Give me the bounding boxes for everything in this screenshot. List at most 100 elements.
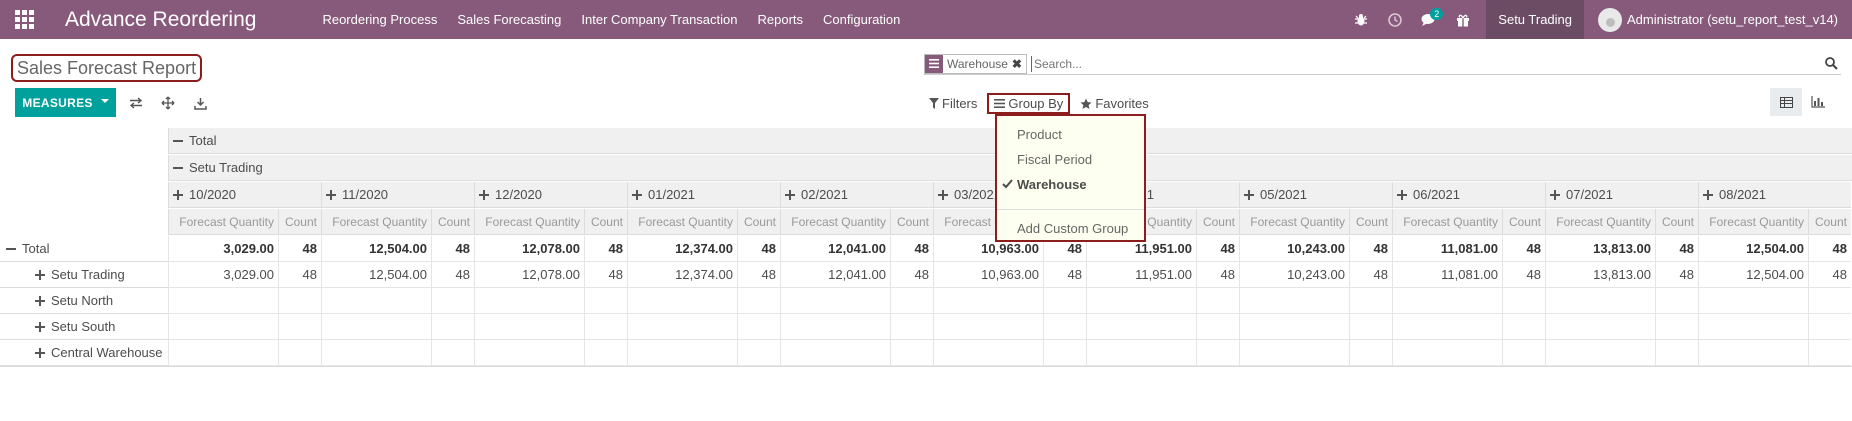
- cell-forecast-quantity[interactable]: [474, 314, 584, 340]
- cell-forecast-quantity[interactable]: [780, 288, 890, 314]
- col-header-period[interactable]: 02/2021: [780, 182, 933, 208]
- row-header[interactable]: Setu Trading: [0, 262, 168, 288]
- cell-forecast-quantity[interactable]: 11,081.00: [1392, 262, 1502, 288]
- cell-forecast-quantity[interactable]: [780, 314, 890, 340]
- flip-axis-icon[interactable]: [126, 93, 146, 113]
- groupby-option-warehouse[interactable]: Warehouse: [997, 172, 1144, 197]
- cell-count[interactable]: [1502, 340, 1545, 366]
- cell-count[interactable]: 48: [737, 262, 780, 288]
- cell-forecast-quantity[interactable]: [1698, 314, 1808, 340]
- row-header[interactable]: Setu North: [0, 288, 168, 314]
- measure-header-count[interactable]: Count: [1196, 209, 1239, 235]
- cell-forecast-quantity[interactable]: [627, 340, 737, 366]
- cell-count[interactable]: [737, 340, 780, 366]
- measure-header-forecast-quantity[interactable]: Forecast Quantity: [321, 209, 431, 235]
- measure-header-forecast-quantity[interactable]: Forecast Quantity: [1698, 209, 1808, 235]
- filters-button[interactable]: Filters: [925, 96, 981, 111]
- measure-header-forecast-quantity[interactable]: Forecast Quantity: [627, 209, 737, 235]
- cell-count[interactable]: [1655, 340, 1698, 366]
- cell-forecast-quantity[interactable]: 12,504.00: [1698, 236, 1808, 262]
- cell-count[interactable]: 48: [1196, 236, 1239, 262]
- cell-forecast-quantity[interactable]: 12,041.00: [780, 236, 890, 262]
- cell-forecast-quantity[interactable]: 10,243.00: [1239, 262, 1349, 288]
- cell-count[interactable]: [584, 314, 627, 340]
- row-header[interactable]: Central Warehouse: [0, 340, 168, 366]
- cell-count[interactable]: 48: [737, 236, 780, 262]
- cell-forecast-quantity[interactable]: [1239, 288, 1349, 314]
- measure-header-count[interactable]: Count: [584, 209, 627, 235]
- col-header-period[interactable]: 10/2020: [168, 182, 321, 208]
- measure-header-count[interactable]: Count: [890, 209, 933, 235]
- measure-header-count[interactable]: Count: [1655, 209, 1698, 235]
- menu-inter-company-transaction[interactable]: Inter Company Transaction: [571, 12, 747, 27]
- measure-header-count[interactable]: Count: [1502, 209, 1545, 235]
- cell-forecast-quantity[interactable]: [168, 314, 278, 340]
- expand-all-icon[interactable]: [158, 93, 178, 113]
- measure-header-forecast-quantity[interactable]: Forecast Quantity: [168, 209, 278, 235]
- cell-forecast-quantity[interactable]: [933, 340, 1043, 366]
- clock-icon[interactable]: [1378, 0, 1412, 39]
- cell-forecast-quantity[interactable]: [321, 288, 431, 314]
- graph-view-icon[interactable]: [1802, 88, 1834, 116]
- measures-button[interactable]: MEASURES: [15, 88, 116, 117]
- row-header[interactable]: Total: [0, 236, 168, 262]
- user-menu[interactable]: Administrator (setu_report_test_v14): [1584, 7, 1852, 32]
- cell-count[interactable]: [1043, 340, 1086, 366]
- group-by-button[interactable]: Group By: [987, 93, 1071, 114]
- measure-header-count[interactable]: Count: [431, 209, 474, 235]
- cell-count[interactable]: [431, 340, 474, 366]
- cell-count[interactable]: [1349, 314, 1392, 340]
- cell-count[interactable]: [1808, 288, 1851, 314]
- cell-count[interactable]: [278, 288, 321, 314]
- measure-header-count[interactable]: Count: [1808, 209, 1851, 235]
- cell-count[interactable]: [890, 340, 933, 366]
- cell-count[interactable]: 48: [278, 236, 321, 262]
- cell-count[interactable]: [1349, 288, 1392, 314]
- cell-count[interactable]: [890, 314, 933, 340]
- download-icon[interactable]: [190, 93, 210, 113]
- cell-count[interactable]: [737, 314, 780, 340]
- cell-count[interactable]: 48: [890, 262, 933, 288]
- pivot-view-icon[interactable]: [1770, 88, 1802, 116]
- cell-count[interactable]: 48: [431, 236, 474, 262]
- cell-count[interactable]: [1196, 288, 1239, 314]
- groupby-option-product[interactable]: Product: [997, 122, 1144, 147]
- cell-forecast-quantity[interactable]: [474, 340, 584, 366]
- cell-forecast-quantity[interactable]: 10,243.00: [1239, 236, 1349, 262]
- col-header-period[interactable]: 08/2021: [1698, 182, 1851, 208]
- cell-count[interactable]: [1502, 314, 1545, 340]
- cell-forecast-quantity[interactable]: [321, 314, 431, 340]
- cell-forecast-quantity[interactable]: [1698, 288, 1808, 314]
- cell-count[interactable]: 48: [1043, 262, 1086, 288]
- cell-forecast-quantity[interactable]: [1239, 340, 1349, 366]
- cell-count[interactable]: [431, 288, 474, 314]
- cell-forecast-quantity[interactable]: [1545, 314, 1655, 340]
- cell-forecast-quantity[interactable]: [1392, 314, 1502, 340]
- menu-configuration[interactable]: Configuration: [813, 12, 910, 27]
- cell-count[interactable]: 48: [1196, 262, 1239, 288]
- cell-forecast-quantity[interactable]: [1086, 340, 1196, 366]
- cell-forecast-quantity[interactable]: [168, 340, 278, 366]
- cell-count[interactable]: [1196, 340, 1239, 366]
- cell-forecast-quantity[interactable]: 10,963.00: [933, 262, 1043, 288]
- row-header[interactable]: Setu South: [0, 314, 168, 340]
- cell-count[interactable]: [1655, 314, 1698, 340]
- menu-sales-forecasting[interactable]: Sales Forecasting: [447, 12, 571, 27]
- cell-count[interactable]: [278, 340, 321, 366]
- col-header-period[interactable]: 07/2021: [1545, 182, 1698, 208]
- cell-count[interactable]: [890, 288, 933, 314]
- cell-forecast-quantity[interactable]: [321, 340, 431, 366]
- cell-count[interactable]: 48: [1808, 236, 1851, 262]
- cell-forecast-quantity[interactable]: 11,081.00: [1392, 236, 1502, 262]
- cell-count[interactable]: 48: [584, 262, 627, 288]
- cell-forecast-quantity[interactable]: [780, 340, 890, 366]
- cell-forecast-quantity[interactable]: 11,951.00: [1086, 262, 1196, 288]
- col-header-period[interactable]: 11/2020: [321, 182, 474, 208]
- cell-forecast-quantity[interactable]: 13,813.00: [1545, 262, 1655, 288]
- cell-count[interactable]: [737, 288, 780, 314]
- cell-forecast-quantity[interactable]: [1392, 288, 1502, 314]
- app-title[interactable]: Advance Reordering: [65, 8, 256, 32]
- cell-forecast-quantity[interactable]: 12,504.00: [321, 236, 431, 262]
- favorites-button[interactable]: Favorites: [1076, 96, 1152, 111]
- cell-forecast-quantity[interactable]: [1086, 288, 1196, 314]
